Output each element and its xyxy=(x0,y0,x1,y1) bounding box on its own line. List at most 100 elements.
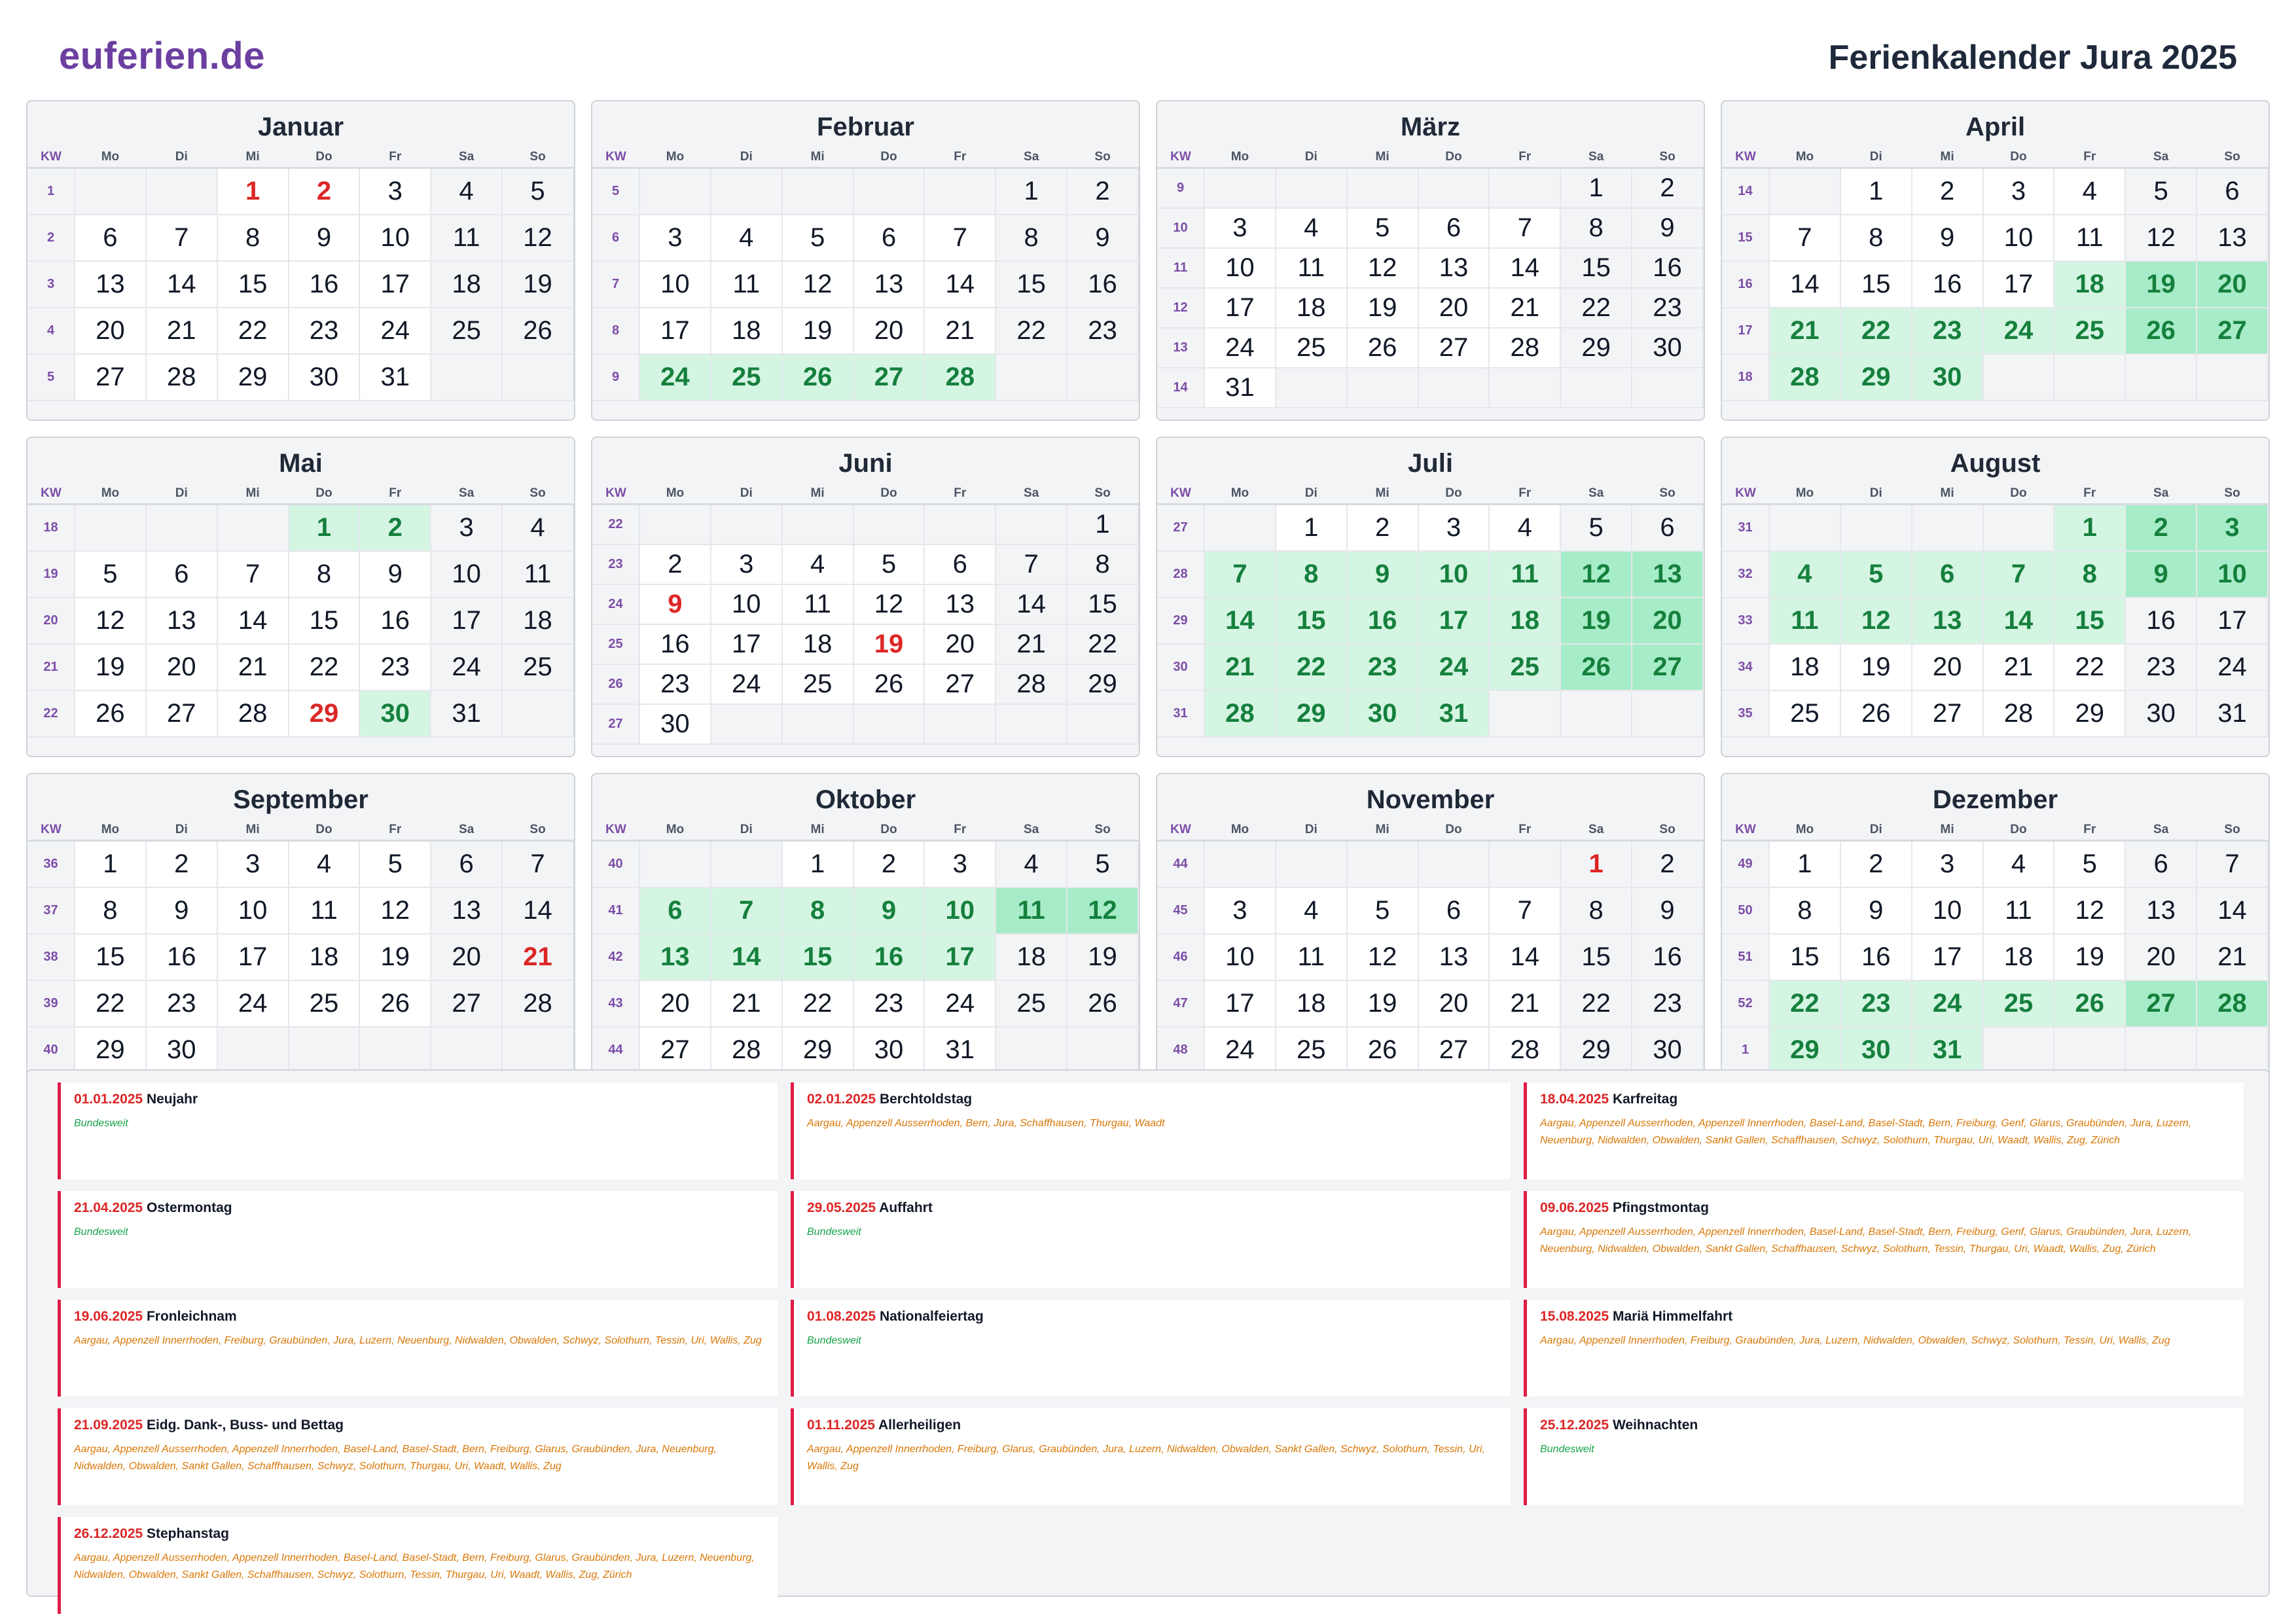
day-cell: 25 xyxy=(502,644,574,691)
page-title: Ferienkalender Jura 2025 xyxy=(1828,39,2237,77)
holiday-name: Berchtoldstag xyxy=(879,1092,973,1107)
day-cell: 10 xyxy=(710,584,783,625)
day-cell: 19 xyxy=(75,644,147,691)
empty-day-cell xyxy=(288,1027,361,1074)
week-row: 2 6 7 8 9 10 11 12 xyxy=(27,215,574,262)
holiday-heading: 18.04.2025 Karfreitag xyxy=(1540,1092,2234,1107)
weekday-header: Mi xyxy=(1346,820,1418,842)
month-name: September xyxy=(233,785,368,814)
holiday-regions: Aargau, Appenzell Ausserrhoden, Appenzel… xyxy=(74,1444,717,1472)
week-number: 41 xyxy=(592,887,640,935)
weekday-header: Fr xyxy=(1489,484,1561,505)
day-cell: 4 xyxy=(781,544,854,585)
month-grid: KW Mo Di Mi Do Fr Sa So 44 1 2 45 3 4 5 6 7 8 9 46 10 11 12 13 1… xyxy=(1157,820,1704,1074)
weekday-header: Mo xyxy=(639,147,711,169)
site-logo[interactable]: euferien.de xyxy=(59,34,265,78)
holiday-heading: 21.09.2025 Eidg. Dank-, Buss- und Bettag xyxy=(74,1418,768,1433)
day-cell: 6 xyxy=(431,840,503,888)
week-row: 48 24 25 26 27 28 29 30 xyxy=(1157,1027,1704,1074)
vacation-day-cell: 24 xyxy=(639,354,711,401)
week-row: 4 20 21 22 23 24 25 26 xyxy=(27,308,574,355)
weekday-header: Fr xyxy=(2054,820,2126,842)
holiday-regions: Bundesweit xyxy=(74,1226,128,1238)
day-cell: 7 xyxy=(145,215,218,262)
vacation-day-cell: 13 xyxy=(1632,551,1704,598)
week-number: 6 xyxy=(592,215,640,262)
week-number: 14 xyxy=(1722,168,1770,215)
day-cell: 17 xyxy=(710,624,783,665)
day-cell: 18 xyxy=(1275,288,1348,329)
day-cell: 3 xyxy=(217,840,289,888)
day-cell: 30 xyxy=(853,1027,925,1074)
day-cell: 3 xyxy=(710,544,783,585)
day-cell: 31 xyxy=(2197,690,2269,738)
empty-day-cell xyxy=(502,690,574,738)
holiday-regions: Aargau, Appenzell Innerrhoden, Freiburg,… xyxy=(807,1444,1485,1472)
holiday-heading: 15.08.2025 Mariä Himmelfahrt xyxy=(1540,1309,2234,1325)
day-cell: 31 xyxy=(359,354,432,401)
day-cell: 22 xyxy=(75,980,147,1027)
day-cell: 23 xyxy=(288,308,361,355)
day-cell: 7 xyxy=(924,215,997,262)
holiday-day-cell: 18 xyxy=(2054,261,2126,308)
holiday-entry: 21.09.2025 Eidg. Dank-, Buss- und Bettag… xyxy=(58,1408,778,1505)
week-row: 37 8 9 10 11 12 13 14 xyxy=(27,887,574,935)
day-cell: 7 xyxy=(502,840,574,888)
empty-day-cell xyxy=(781,504,854,545)
empty-day-cell xyxy=(996,504,1068,545)
holiday-day-cell: 2 xyxy=(288,168,361,215)
day-cell: 22 xyxy=(1560,980,1633,1027)
day-cell: 9 xyxy=(1067,215,1139,262)
day-cell: 28 xyxy=(710,1027,783,1074)
day-cell: 15 xyxy=(1840,261,1912,308)
weekday-header: Di xyxy=(145,147,217,169)
week-row: 27 30 xyxy=(592,704,1139,745)
holiday-heading: 29.05.2025 Auffahrt xyxy=(807,1200,1501,1216)
day-cell: 12 xyxy=(2054,887,2126,935)
day-cell: 17 xyxy=(1204,288,1276,329)
holiday-name: Eidg. Dank-, Buss- und Bettag xyxy=(146,1418,344,1433)
empty-day-cell xyxy=(1275,168,1348,209)
day-cell: 12 xyxy=(75,597,147,645)
weekday-header: Do xyxy=(288,147,360,169)
day-cell: 29 xyxy=(217,354,289,401)
day-cell: 11 xyxy=(288,887,361,935)
vacation-day-cell: 11 xyxy=(1769,597,1841,645)
holiday-list: 01.01.2025 Neujahr Bundesweit 02.01.2025 B… xyxy=(58,1082,2244,1614)
vacation-day-cell: 13 xyxy=(639,934,711,981)
day-cell: 24 xyxy=(217,980,289,1027)
vacation-day-cell: 29 xyxy=(1275,690,1348,738)
month-grid: KW Mo Di Mi Do Fr Sa So 14 1 2 3 4 5 6 15 7 8 9 10 11 12 13 16 1… xyxy=(1722,147,2269,401)
empty-day-cell xyxy=(996,354,1068,401)
week-row: 31 1 2 3 xyxy=(1722,504,2269,552)
month-calendar: Februar KW Mo Di Mi Do Fr Sa So 5 1 2 6 3 4 5 6 7 8 9 7 10 11 1… xyxy=(591,100,1140,421)
day-cell: 6 xyxy=(2197,168,2269,215)
day-cell: 31 xyxy=(924,1027,997,1074)
holiday-date: 21.04.2025 xyxy=(74,1200,143,1215)
week-number: 33 xyxy=(1722,597,1770,645)
weekday-header: Mo xyxy=(639,820,711,842)
day-cell: 19 xyxy=(1346,980,1419,1027)
weekday-header: Sa xyxy=(1560,820,1632,842)
day-cell: 4 xyxy=(1489,504,1562,552)
week-number: 50 xyxy=(1722,887,1770,935)
empty-day-cell xyxy=(1275,840,1348,888)
vacation-day-cell: 15 xyxy=(781,934,854,981)
day-cell: 27 xyxy=(1911,690,1984,738)
day-cell: 11 xyxy=(2054,215,2126,262)
day-cell: 18 xyxy=(1769,644,1841,691)
day-cell: 11 xyxy=(431,215,503,262)
weekday-header: Sa xyxy=(996,147,1067,169)
week-number: 7 xyxy=(592,261,640,308)
day-cell: 9 xyxy=(359,551,432,598)
week-row: 5 27 28 29 30 31 xyxy=(27,354,574,401)
holiday-entry: 02.01.2025 Berchtoldstag Aargau, Appenzel… xyxy=(791,1082,1511,1179)
weekday-header: So xyxy=(502,820,573,842)
week-row: 63456789 xyxy=(592,215,1139,262)
month-grid: KW Mo Di Mi Do Fr Sa So 5 1 2 6 3 4 5 6 7 8 9 7 10 11 12 13 14 15… xyxy=(592,147,1139,401)
day-cell: 2 xyxy=(853,840,925,888)
vacation-day-cell: 20 xyxy=(1632,597,1704,645)
weekday-header: Do xyxy=(1982,147,2054,169)
empty-day-cell xyxy=(996,1027,1068,1074)
day-cell: 20 xyxy=(431,934,503,981)
